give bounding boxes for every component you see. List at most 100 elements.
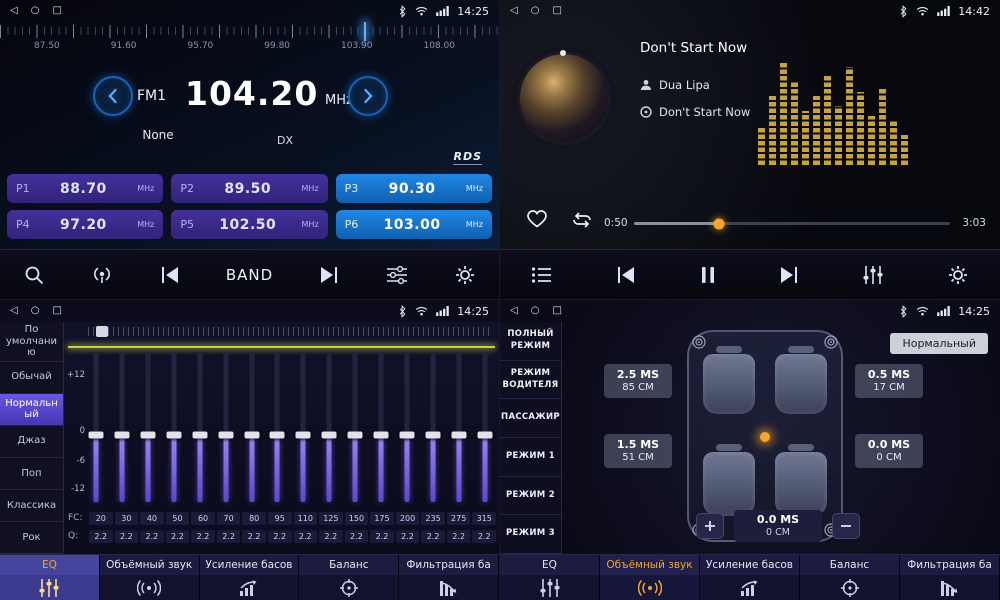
preset-p6-button[interactable]: P6103.00MHz [336,210,492,239]
eq-band-slider[interactable] [192,352,208,502]
back-icon[interactable]: ◁ [10,306,18,316]
eq-slider-handle[interactable] [451,431,466,438]
tab-filter[interactable]: Фильтрация ба [900,555,1000,600]
tab-balance[interactable]: Баланс [299,555,399,600]
eq-scroll-handle[interactable] [96,326,108,337]
sound-preset-button[interactable]: Нормальный [890,333,988,354]
back-icon[interactable]: ◁ [510,306,518,316]
previous-track-button[interactable] [615,265,637,285]
tab-bass-boost[interactable]: Усиление басов [200,555,300,600]
eq-slider-handle[interactable] [400,431,415,438]
tab-bass-boost[interactable]: Усиление басов [700,555,800,600]
home-icon[interactable]: ○ [531,6,540,16]
eq-preset-item[interactable]: Нормальный [0,394,63,426]
eq-band-slider[interactable] [244,352,260,502]
seek-down-button[interactable] [93,76,133,116]
home-icon[interactable]: ○ [31,306,40,316]
eq-band-slider[interactable] [140,352,156,502]
passenger-seat[interactable] [775,354,827,414]
equalizer-button[interactable] [862,265,884,285]
favorite-button[interactable] [526,209,548,229]
recents-icon[interactable]: □ [52,6,61,16]
scan-stations-button[interactable] [23,264,45,286]
eq-slider-handle[interactable] [270,431,285,438]
eq-slider-handle[interactable] [218,431,233,438]
eq-slider-handle[interactable] [296,431,311,438]
eq-band-slider[interactable] [451,352,467,502]
rear-left-seat[interactable] [703,452,755,516]
next-station-button[interactable] [318,265,340,285]
eq-band-slider[interactable] [347,352,363,502]
tab-surround-sound[interactable]: Объёмный звук [600,555,700,600]
eq-preset-item[interactable]: По умолчанию [0,322,63,362]
surround-mode-item[interactable]: РЕЖИМ 1 [500,438,561,477]
eq-preset-item[interactable]: Поп [0,458,63,490]
surround-mode-item[interactable]: РЕЖИМ ВОДИТЕЛЯ [500,361,561,400]
dsp-broadcast-button[interactable] [90,264,114,286]
band-button[interactable]: BAND [226,266,273,284]
surround-mode-item[interactable]: РЕЖИМ 3 [500,515,561,554]
eq-preset-item[interactable]: Классика [0,490,63,522]
eq-slider-handle[interactable] [140,431,155,438]
eq-slider-handle[interactable] [477,431,492,438]
surround-mode-item[interactable]: ПАССАЖИР [500,399,561,438]
eq-slider-handle[interactable] [192,431,207,438]
eq-band-slider[interactable] [166,352,182,502]
distance-box-front-right[interactable]: 0.5 MS 17 CM [855,364,923,398]
settings-button[interactable] [454,264,476,286]
recents-icon[interactable]: □ [552,6,561,16]
increase-delay-button[interactable] [696,513,724,539]
tab-balance[interactable]: Баланс [800,555,900,600]
surround-mode-item[interactable]: РЕЖИМ 2 [500,477,561,516]
distance-box-rear-left[interactable]: 1.5 MS 51 CM [604,434,672,468]
eq-slider-handle[interactable] [166,431,181,438]
recents-icon[interactable]: □ [52,306,61,316]
eq-slider-handle[interactable] [348,431,363,438]
eq-band-slider[interactable] [295,352,311,502]
pause-button[interactable] [700,265,716,285]
eq-band-slider[interactable] [425,352,441,502]
preset-p1-button[interactable]: P188.70MHz [7,174,163,203]
eq-slider-handle[interactable] [425,431,440,438]
distance-box-rear-right[interactable]: 0.0 MS 0 CM [855,434,923,468]
progress-bar[interactable] [634,222,950,225]
eq-band-slider[interactable] [114,352,130,502]
recents-icon[interactable]: □ [552,306,561,316]
repeat-button[interactable] [570,210,594,230]
preset-p2-button[interactable]: P289.50MHz [171,174,327,203]
home-icon[interactable]: ○ [531,306,540,316]
eq-band-slider[interactable] [399,352,415,502]
eq-slider-handle[interactable] [374,431,389,438]
eq-preset-item[interactable]: Рок [0,522,63,554]
tab-filter[interactable]: Фильтрация ба [399,555,499,600]
distance-box-front-left[interactable]: 2.5 MS 85 CM [604,364,672,398]
eq-slider-handle[interactable] [322,431,337,438]
preset-p4-button[interactable]: P497.20MHz [7,210,163,239]
eq-slider-handle[interactable] [89,431,104,438]
seek-up-button[interactable] [348,76,388,116]
eq-slider-handle[interactable] [114,431,129,438]
tab-eq-sliders[interactable]: EQ [0,555,100,600]
driver-seat[interactable] [703,354,755,414]
progress-handle[interactable] [714,218,725,229]
back-icon[interactable]: ◁ [510,6,518,16]
eq-band-slider[interactable] [373,352,389,502]
tab-surround-sound[interactable]: Объёмный звук [100,555,200,600]
home-icon[interactable]: ○ [31,6,40,16]
eq-band-slider[interactable] [477,352,493,502]
surround-mode-item[interactable]: ПОЛНЫЙ РЕЖИМ [500,322,561,361]
eq-preset-item[interactable]: Обычай [0,362,63,394]
eq-band-slider[interactable] [218,352,234,502]
next-track-button[interactable] [778,265,800,285]
frequency-ruler[interactable] [0,25,499,38]
preset-p3-button[interactable]: P390.30MHz [336,174,492,203]
preset-p5-button[interactable]: P5102.50MHz [171,210,327,239]
audio-settings-button[interactable] [385,265,409,285]
rear-right-seat[interactable] [775,452,827,516]
settings-button[interactable] [947,264,969,286]
tab-eq-sliders[interactable]: EQ [500,555,600,600]
eq-band-slider[interactable] [321,352,337,502]
listening-position-dot[interactable] [760,432,770,442]
playlist-button[interactable] [531,266,553,284]
eq-slider-handle[interactable] [244,431,259,438]
